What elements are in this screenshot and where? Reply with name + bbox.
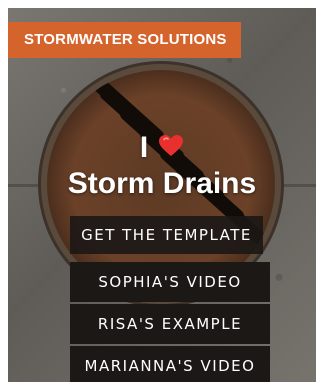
- headline-i-text: I: [139, 131, 149, 164]
- stormwater-solutions-banner: STORMWATER SOLUTIONS: [8, 22, 241, 58]
- headline-love: I: [8, 130, 316, 166]
- heart-icon: [158, 131, 184, 156]
- risas-example-button[interactable]: RISA'S EXAMPLE: [70, 304, 270, 344]
- banner-title: STORMWATER SOLUTIONS: [24, 31, 227, 48]
- headline-storm-drains: Storm Drains: [67, 167, 257, 200]
- get-the-template-button[interactable]: GET THE TEMPLATE: [70, 216, 263, 254]
- hero-image: I Storm Drains GET THE TEMPLATE SOPHIA'S…: [8, 8, 316, 382]
- sophias-video-button[interactable]: SOPHIA'S VIDEO: [70, 262, 270, 302]
- mariannas-video-button[interactable]: MARIANNA'S VIDEO: [70, 346, 270, 382]
